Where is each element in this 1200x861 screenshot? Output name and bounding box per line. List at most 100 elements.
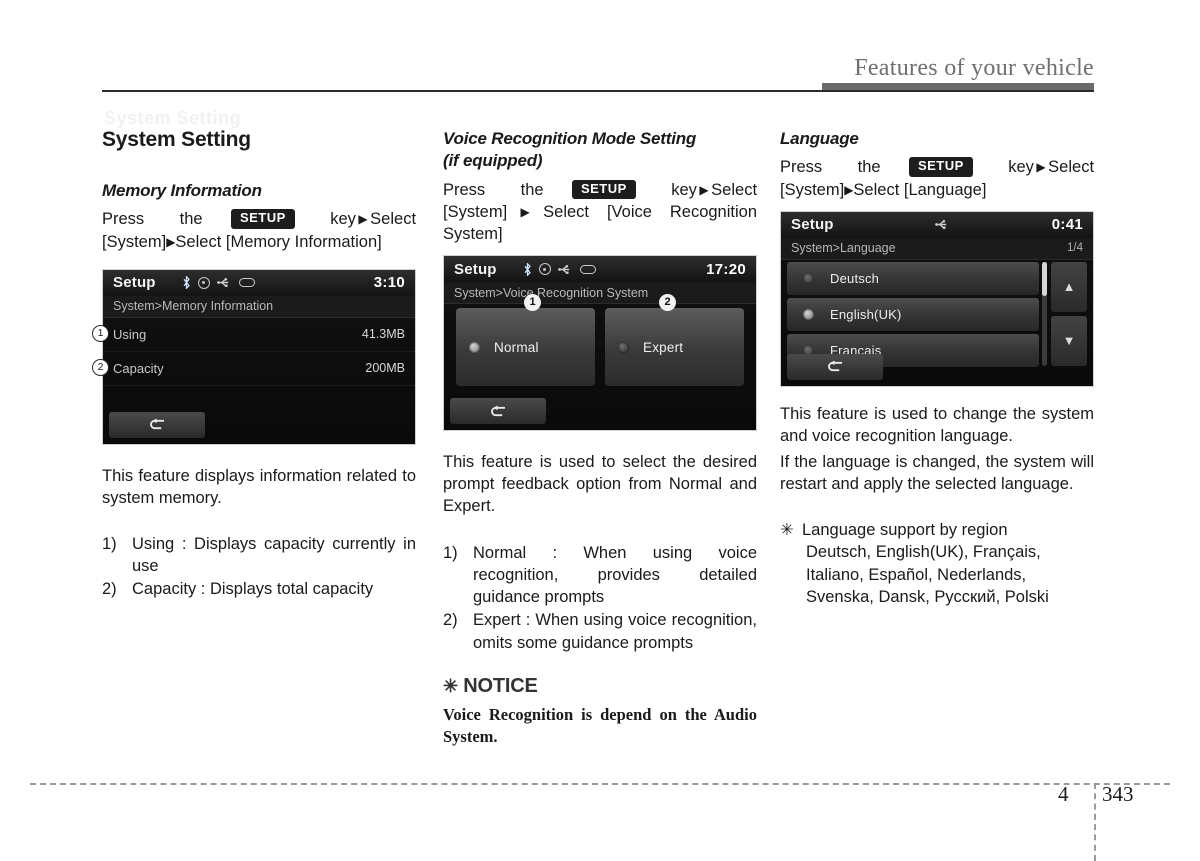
chevron-right-icon: ▶ xyxy=(696,182,712,197)
notice-block: ✳ NOTICE Voice Recognition is depend on … xyxy=(443,675,757,748)
device-clock: 17:20 xyxy=(706,260,746,278)
list-item-value: 200MB xyxy=(365,361,405,376)
radio-unselected-icon[interactable] xyxy=(618,341,629,353)
device-status-icons xyxy=(523,261,706,277)
page-title: System Setting xyxy=(102,128,251,151)
note-language-support: ✳ Language support by region Deutsch, En… xyxy=(780,519,1094,608)
device-status-bar: Setup 0:41 xyxy=(781,211,1093,238)
instruction-select-language: Select [Language] xyxy=(853,180,987,199)
instruction-word-the: the xyxy=(857,158,881,177)
instruction-word-the: the xyxy=(520,180,544,199)
instruction-memory-information: Press the SETUP key▶Select [System]▶Sele… xyxy=(102,208,416,252)
list-item: 2) Expert : When using voice recognition… xyxy=(443,609,757,654)
footer-vertical-divider xyxy=(1094,783,1096,861)
device-screenshot-voice-recognition: Setup 17:20 System>Voice Recognition Sys… xyxy=(443,255,757,432)
setup-key-chip[interactable]: SETUP xyxy=(571,179,636,200)
aux-oval-icon xyxy=(579,264,596,274)
device-clock: 0:41 xyxy=(1051,216,1083,234)
list-item-text: Expert : When using voice recognition, o… xyxy=(473,611,757,652)
callout-marker-2: 2 xyxy=(92,358,109,376)
language-option-label: Deutsch xyxy=(830,270,880,286)
language-option-label: English(UK) xyxy=(830,306,902,322)
subsection-title-voice-recognition: Voice Recognition Mode Setting (if equip… xyxy=(443,128,757,173)
column-system-setting: System Setting Memory Information Press … xyxy=(92,128,416,602)
setup-key-chip[interactable]: SETUP xyxy=(908,157,973,177)
device-breadcrumb: System>Memory Information xyxy=(103,295,415,318)
instruction-word-key: key xyxy=(330,210,356,229)
notice-heading: ✳ NOTICE xyxy=(443,675,757,698)
subsection-title-line2: (if equipped) xyxy=(443,151,543,171)
device-back-button[interactable] xyxy=(450,398,546,425)
note-line-2: Italiano, Español, Nederlands, xyxy=(806,565,1027,584)
instruction-word-press: Press xyxy=(780,158,823,177)
list-item-text: Using : Displays capacity currently in u… xyxy=(132,534,416,576)
ghost-watermark-text: System Setting xyxy=(104,108,242,128)
list-item-label: Capacity xyxy=(113,360,164,376)
device-page-indicator: 1/4 xyxy=(1067,242,1083,255)
instruction-word-select-1: Select xyxy=(370,210,417,229)
instruction-word-select-1: Select xyxy=(711,180,758,199)
list-item[interactable]: Using 41.3MB xyxy=(103,318,415,352)
instruction-bracket-system: [System] xyxy=(780,180,845,199)
subsection-title-language: Language xyxy=(780,129,859,148)
description-language-1: This feature is used to change the syste… xyxy=(780,404,1094,445)
list-item: 1) Normal : When using voice recognition… xyxy=(443,542,757,609)
device-screen-title: Setup xyxy=(454,260,497,278)
radio-selected-icon[interactable] xyxy=(803,308,814,320)
notice-body-text: Voice Recognition is depend on the Audio… xyxy=(443,704,757,746)
device-screenshot-memory-information: Setup 3:10 System>Memory Information Usi… xyxy=(92,268,416,445)
device-status-bar: Setup 17:20 xyxy=(444,256,756,283)
device-back-button[interactable] xyxy=(787,353,883,380)
language-option-deutsch[interactable]: Deutsch xyxy=(787,261,1039,295)
list-item-text: Capacity : Displays total capacity xyxy=(132,580,374,599)
instruction-word-press: Press xyxy=(443,180,486,199)
instruction-select-memory: Select [Memory Information] xyxy=(175,232,382,251)
device-status-icons xyxy=(182,275,374,290)
list-item-marker: 2) xyxy=(102,580,117,599)
disc-icon xyxy=(538,263,551,276)
back-arrow-icon xyxy=(490,405,505,416)
usb-icon xyxy=(557,264,573,275)
note-line-1: Deutsch, English(UK), Français, xyxy=(806,543,1041,562)
asterisk-icon: ✳ xyxy=(443,675,458,696)
numbered-list-memory: 1) Using : Displays capacity currently i… xyxy=(102,533,416,601)
option-label: Expert xyxy=(643,339,684,355)
device-status-icons xyxy=(834,219,1052,230)
device-breadcrumb-label: System>Memory Information xyxy=(113,299,274,314)
scrollbar-track[interactable] xyxy=(1042,261,1047,366)
subsection-title-line1: Voice Recognition Mode Setting xyxy=(443,129,697,148)
back-arrow-icon xyxy=(827,360,842,372)
list-item-marker: 2) xyxy=(443,611,458,630)
notice-heading-label: NOTICE xyxy=(463,674,538,697)
callout-marker-1: 1 xyxy=(92,324,109,342)
option-tile-normal[interactable]: Normal xyxy=(456,308,595,387)
device-breadcrumb-label: System>Language xyxy=(791,241,896,256)
language-option-english-uk[interactable]: English(UK) xyxy=(787,297,1039,331)
scroll-down-button[interactable]: ▼ xyxy=(1051,315,1087,366)
device-status-bar: Setup 3:10 xyxy=(103,269,415,296)
device-back-button[interactable] xyxy=(109,411,205,438)
scroll-up-button[interactable]: ▲ xyxy=(1051,261,1087,312)
radio-unselected-icon[interactable] xyxy=(803,272,814,284)
option-label: Normal xyxy=(494,339,539,355)
device-breadcrumb: System>Language 1/4 xyxy=(781,237,1093,260)
numbered-list-voice-modes: 1) Normal : When using voice recognition… xyxy=(443,542,757,654)
scrollbar-thumb[interactable] xyxy=(1042,261,1047,296)
header-divider-rule xyxy=(102,90,1094,92)
usb-icon xyxy=(935,219,950,230)
device-screen-title: Setup xyxy=(113,274,156,292)
list-item: 1) Using : Displays capacity currently i… xyxy=(102,533,416,578)
aux-oval-icon xyxy=(238,278,255,288)
radio-selected-icon[interactable] xyxy=(469,341,480,353)
setup-key-chip[interactable]: SETUP xyxy=(230,209,295,229)
list-item-marker: 1) xyxy=(443,543,458,562)
instruction-word-press: Press xyxy=(102,210,145,229)
instruction-word-key: key xyxy=(1008,158,1034,177)
asterisk-icon: ✳ xyxy=(780,521,794,540)
device-option-tiles: Normal Expert xyxy=(444,308,756,387)
scroll-buttons: ▲ ▼ xyxy=(1051,261,1087,370)
option-tile-expert[interactable]: Expert xyxy=(605,308,744,387)
device-breadcrumb-label: System>Voice Recognition System xyxy=(454,285,649,300)
list-item[interactable]: Capacity 200MB xyxy=(103,352,415,386)
back-arrow-icon xyxy=(149,418,164,430)
